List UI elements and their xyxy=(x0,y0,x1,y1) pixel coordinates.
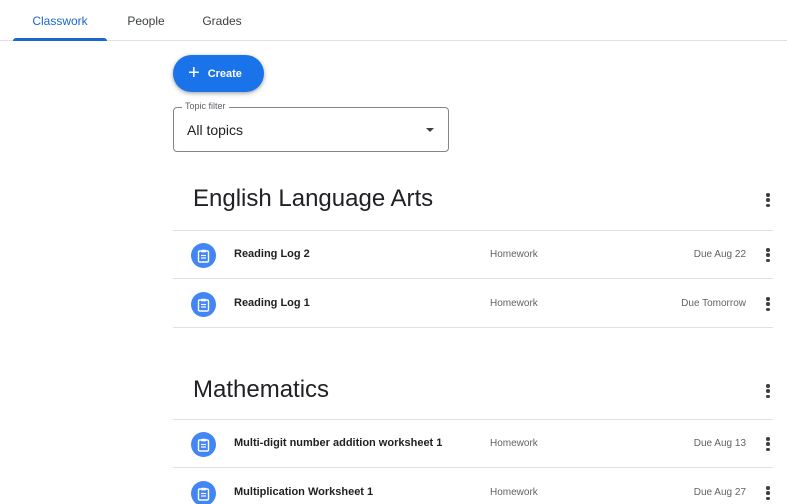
plus-icon: + xyxy=(188,61,200,84)
assignment-icon xyxy=(191,292,216,317)
assignment-row[interactable]: Multiplication Worksheet 1 Homework Due … xyxy=(173,469,773,504)
assignment-title: Reading Log 1 xyxy=(234,297,310,309)
assignment-category: Homework xyxy=(490,249,538,260)
tab-people[interactable]: People xyxy=(113,0,179,41)
class-tabs: Classwork People Grades xyxy=(0,0,787,41)
tab-classwork[interactable]: Classwork xyxy=(13,0,107,41)
topic-filter-select[interactable]: Topic filter All topics xyxy=(173,101,449,152)
topic-title: Mathematics xyxy=(193,376,330,403)
assignment-due-date: Due Aug 27 xyxy=(693,487,746,498)
assignment-due-date: Due Aug 13 xyxy=(693,438,746,449)
tab-grades[interactable]: Grades xyxy=(188,0,256,41)
topic-filter-value: All topics xyxy=(187,122,244,138)
assignment-category: Homework xyxy=(490,487,538,498)
assignment-title: Multiplication Worksheet 1 xyxy=(234,486,374,498)
tab-label: Classwork xyxy=(32,13,88,28)
assignment-icon xyxy=(191,481,216,504)
more-options-icon[interactable] xyxy=(763,246,773,264)
topic-title: English Language Arts xyxy=(193,185,434,212)
create-button[interactable]: + Create xyxy=(173,55,264,92)
assignment-icon xyxy=(191,432,216,457)
assignment-title: Reading Log 2 xyxy=(234,248,310,260)
assignment-category: Homework xyxy=(490,438,538,449)
topic-more-options-icon[interactable] xyxy=(763,191,773,209)
assignment-due-date: Due Tomorrow xyxy=(681,298,746,309)
create-button-label: Create xyxy=(207,67,242,80)
topic-filter-label: Topic filter xyxy=(182,101,229,111)
assignment-icon xyxy=(191,243,216,268)
topic-more-options-icon[interactable] xyxy=(763,382,773,400)
tab-label: People xyxy=(127,13,165,28)
assignment-title: Multi-digit number addition worksheet 1 xyxy=(234,437,443,449)
more-options-icon[interactable] xyxy=(763,295,773,313)
assignment-due-date: Due Aug 22 xyxy=(693,249,746,260)
active-tab-indicator xyxy=(13,38,107,41)
assignment-row[interactable]: Reading Log 1 Homework Due Tomorrow xyxy=(173,280,773,328)
more-options-icon[interactable] xyxy=(763,484,773,502)
assignment-category: Homework xyxy=(490,298,538,309)
assignment-row[interactable]: Reading Log 2 Homework Due Aug 22 xyxy=(173,231,773,279)
assignment-row[interactable]: Multi-digit number addition worksheet 1 … xyxy=(173,420,773,468)
more-options-icon[interactable] xyxy=(763,435,773,453)
tab-label: Grades xyxy=(202,13,242,28)
dropdown-arrow-icon xyxy=(426,128,434,132)
